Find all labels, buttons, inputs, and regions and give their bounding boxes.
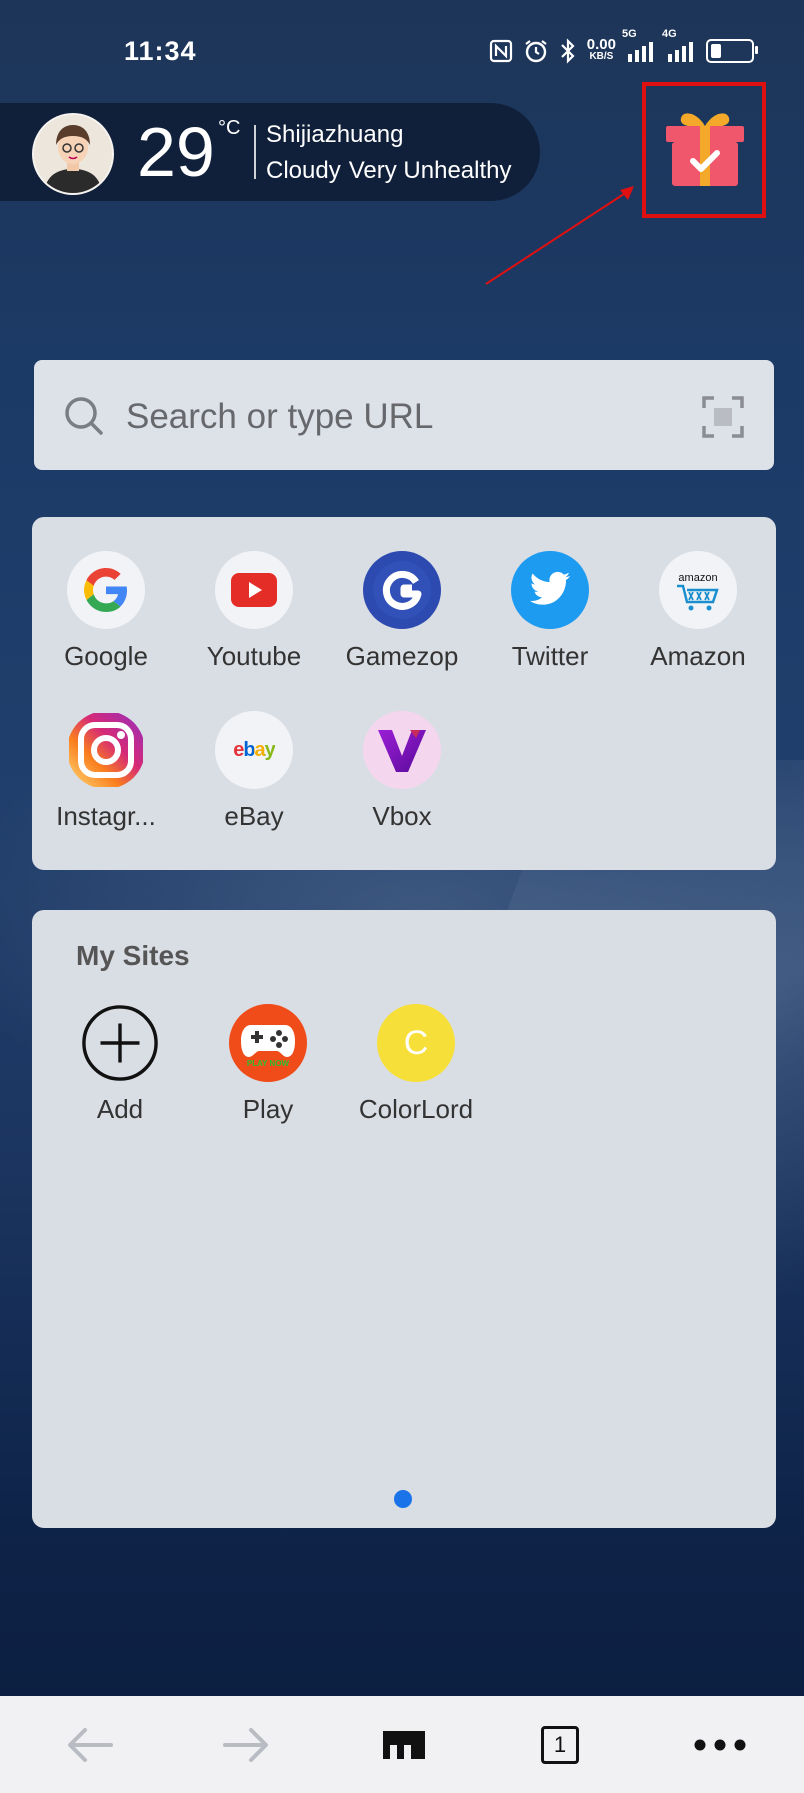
page-indicator-dot <box>394 1490 412 1508</box>
play-game-icon: PLAY NOW <box>229 1004 307 1082</box>
shortcut-label: eBay <box>224 801 284 831</box>
signal-5g-icon: 5G <box>622 28 656 62</box>
gamezop-icon <box>363 551 441 629</box>
search-input[interactable] <box>124 386 688 448</box>
shortcut-google[interactable]: Google <box>32 551 180 672</box>
my-site-play[interactable]: PLAY NOW Play <box>194 1004 342 1125</box>
shortcut-label: Vbox <box>372 801 432 831</box>
instagram-icon <box>67 711 145 789</box>
forward-button[interactable] <box>186 1696 306 1793</box>
weather-divider <box>254 125 256 179</box>
colorlord-icon: C <box>377 1004 455 1082</box>
back-arrow-icon <box>68 1727 113 1762</box>
alarm-icon <box>523 38 549 64</box>
avatar[interactable] <box>32 113 114 195</box>
temperature-unit: °C <box>218 117 241 139</box>
shortcut-label: Google <box>64 641 148 671</box>
shortcut-twitter[interactable]: Twitter <box>476 551 624 672</box>
twitter-icon <box>511 551 589 629</box>
my-site-colorlord[interactable]: C ColorLord <box>342 1004 490 1125</box>
my-site-label: Add <box>96 1094 144 1124</box>
shortcut-label: Youtube <box>206 641 302 671</box>
my-site-add[interactable]: Add <box>46 1004 194 1125</box>
shortcut-label: Gamezop <box>345 641 459 671</box>
forward-arrow-icon <box>223 1727 268 1762</box>
ebay-icon: ebay <box>215 711 293 789</box>
network-speed: 0.00 KB/S <box>586 36 616 62</box>
back-button[interactable] <box>30 1696 150 1793</box>
search-bar[interactable] <box>34 360 774 470</box>
tabs-button[interactable]: 1 <box>500 1696 620 1793</box>
weather-city: Shijiazhuang <box>266 121 404 148</box>
shortcut-youtube[interactable]: Youtube <box>180 551 328 672</box>
shortcut-vbox[interactable]: Vbox <box>328 711 476 832</box>
bluetooth-icon <box>559 38 577 64</box>
status-icons: 0.00 KB/S 5G 4G <box>489 28 758 64</box>
search-icon <box>65 397 103 435</box>
youtube-icon <box>215 551 293 629</box>
shortcut-amazon[interactable]: amazon Amazon <box>624 551 772 672</box>
my-site-label: Play <box>242 1094 294 1124</box>
signal-4g-icon: 4G <box>662 28 696 62</box>
gift-highlight-box <box>642 82 766 218</box>
nfc-icon <box>489 39 513 63</box>
shortcut-label: Instagr... <box>56 801 156 831</box>
bottom-nav: 1 <box>0 1696 804 1793</box>
shortcut-label: Twitter <box>511 641 589 671</box>
shortcut-instagram[interactable]: Instagr... <box>32 711 180 832</box>
menu-button[interactable] <box>660 1696 780 1793</box>
gift-icon[interactable] <box>660 104 750 194</box>
shortcut-ebay[interactable]: ebay eBay <box>180 711 328 832</box>
shortcut-label: Amazon <box>650 641 746 671</box>
scan-icon[interactable] <box>702 396 744 438</box>
home-icon <box>383 1730 425 1759</box>
add-icon <box>81 1004 159 1082</box>
shortcut-gamezop[interactable]: Gamezop <box>328 551 476 672</box>
my-sites-title: My Sites <box>76 940 190 971</box>
my-site-label: ColorLord <box>358 1094 474 1124</box>
weather-condition: Cloudy Very Unhealthy <box>266 157 511 185</box>
vbox-icon <box>363 711 441 789</box>
more-dots-icon <box>694 1739 746 1750</box>
temperature: 29 <box>137 113 215 191</box>
google-icon <box>67 551 145 629</box>
weather-widget[interactable]: 29 °C Shijiazhuang Cloudy Very Unhealthy <box>0 103 540 201</box>
amazon-icon: amazon <box>659 551 737 629</box>
my-sites-panel: My Sites Add PLAY NOW Play C ColorLord <box>32 910 776 1528</box>
shortcuts-panel: Google Youtube Gamezop Twitter amazon Am… <box>32 517 776 870</box>
status-time: 11:34 <box>124 36 197 66</box>
condition-text: Cloudy <box>266 157 341 184</box>
battery-icon <box>706 39 758 63</box>
annotation-arrow <box>485 186 634 285</box>
tab-count: 1 <box>541 1725 579 1764</box>
home-button[interactable] <box>344 1696 464 1793</box>
